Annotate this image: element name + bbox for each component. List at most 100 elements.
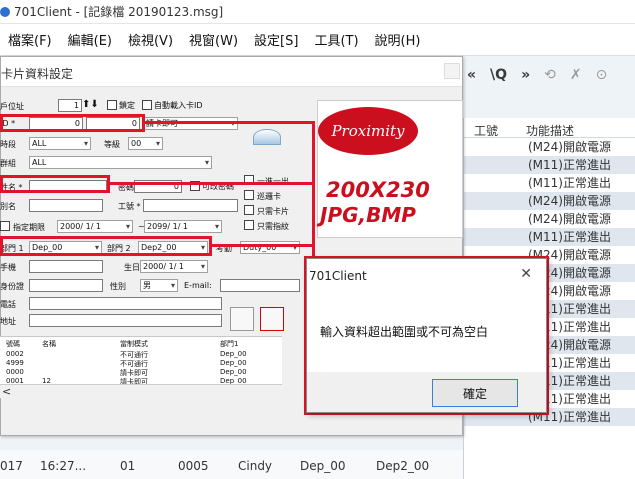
level-label: 等級 [104,140,120,149]
dialog-close-button[interactable] [444,63,460,79]
highlight-name [0,175,110,193]
period-checkbox[interactable] [0,221,10,231]
refresh-icon[interactable]: ⟲ [544,67,556,83]
group-dropdown[interactable]: ALL [29,156,212,169]
mobile-field[interactable] [29,260,103,273]
auto-load-checkbox[interactable] [142,100,152,110]
cell-dept[interactable]: Dep_00 [220,350,247,358]
grid-row[interactable]: (M24)開啟電源 [464,138,635,156]
email-label: E-mail: [184,281,212,290]
cell-number[interactable]: 0002 [6,350,24,358]
lock-label: 鎖定 [119,101,135,110]
cell-dept[interactable]: Dep_00 [220,368,247,376]
lock-checkbox[interactable] [107,100,117,110]
start-date-picker[interactable]: 2000/ 1/ 1 [57,220,133,233]
horizontal-scrollbar[interactable]: < [0,384,282,398]
highlight-card-id [0,114,145,132]
menu-edit[interactable]: 編輯(E) [60,30,120,49]
phone-label: 電話 [0,300,16,309]
patrol-checkbox[interactable] [244,190,254,200]
finger-only-label: 只需指紋 [257,222,289,231]
alias-label: 別名 [0,202,16,211]
alias-field[interactable] [29,199,103,212]
employee-no-field[interactable] [143,199,238,212]
column-header-mode[interactable]: 當制模式 [120,339,148,349]
address-field[interactable]: 1 [58,99,82,112]
menu-tools[interactable]: 工具(T) [306,30,366,49]
period-label: 指定期限 [13,223,45,232]
gender-label: 性別 [110,282,126,291]
end-date-picker[interactable]: 2099/ 1/ 1 [144,220,222,233]
menu-help[interactable]: 說明(H) [367,30,429,49]
address2-label: 地址 [0,317,16,326]
level-dropdown[interactable]: 00 [128,137,163,150]
grid-row[interactable]: (M11)正常進出 [464,156,635,174]
address2-field[interactable] [29,314,222,327]
birthday-picker[interactable]: 2000/ 1/ 1 [140,260,208,273]
double-left-icon[interactable]: « [467,67,476,83]
mobile-label: 手機 [0,263,16,272]
connector-line [312,121,315,256]
double-right-icon[interactable]: » [521,67,530,83]
menu-window[interactable]: 視窗(W) [181,30,246,49]
menu-bar: 檔案(F) 編輯(E) 檢視(V) 視窗(W) 設定[S] 工具(T) 說明(H… [0,24,635,56]
table-row[interactable]: 017 16:27... 01 0005 Cindy Dep_00 Dep2_0… [0,450,463,479]
id-card-field[interactable] [29,279,103,292]
connector-line [145,121,315,124]
cell-id: 017 [0,459,23,473]
employee-no-label: 工號 * [118,202,141,211]
image-format-text: JPG,BMP [320,203,416,227]
grid-row[interactable]: (M11)正常進出 [464,228,635,246]
window-title: 701Client - [記錄檔 20190123.msg] [14,5,224,19]
cell-code: 01 [120,459,136,473]
menu-view[interactable]: 檢視(V) [120,30,181,49]
menu-settings[interactable]: 設定[S] [246,30,306,49]
section-dropdown[interactable]: ALL [29,137,91,150]
card-only-checkbox[interactable] [244,205,254,215]
cell-dept[interactable]: Dep_00 [220,359,247,367]
stepper-icon[interactable]: ⬆⬇ [82,99,99,110]
highlight-departments [0,236,212,256]
column-header-description[interactable]: 功能描述 [526,122,574,139]
search-icon[interactable]: \Q [490,67,507,83]
phone-field[interactable] [29,297,222,310]
cell-number[interactable]: 4999 [6,359,24,367]
play-icon[interactable]: ⊙ [596,67,608,83]
cell-name: Cindy [238,459,273,473]
message-text: 輸入資料超出範圍或不可為空白 [320,325,489,339]
image-size-text: 200X230 [326,178,430,202]
window-titlebar: 701Client - [記錄檔 20190123.msg] [0,0,635,24]
patrol-label: 巡邏卡 [257,192,281,201]
gender-dropdown[interactable]: 男 [140,279,178,292]
ok-button[interactable]: 確定 [432,379,518,407]
email-field[interactable] [220,279,300,292]
finger-only-checkbox[interactable] [244,220,254,230]
attendance-dropdown[interactable]: Duty_00 [240,241,300,254]
toolbar: « \Q » ⟲ ✗ ⊙ [467,62,635,88]
calculator-icon[interactable] [230,307,254,331]
grid-row[interactable]: (M11)正常進出 [464,174,635,192]
pin-icon[interactable]: ✗ [570,67,582,83]
connector-line [110,182,315,185]
message-box-close-icon[interactable]: ✕ [520,266,532,282]
app-icon [0,6,10,17]
cell-number[interactable]: 0000 [6,368,24,376]
section-label: 時段 [0,140,16,149]
dialog-titlebar: 卡片資料設定 [1,57,462,87]
column-header-dept1[interactable]: 部門1 [220,339,238,349]
connector-line [212,244,315,247]
grid-row[interactable]: (M24)開啟電源 [464,210,635,228]
grid-row[interactable]: (M24)開啟電源 [464,192,635,210]
card-only-label: 只需卡片 [257,207,289,216]
column-header-employee-no[interactable]: 工號 [474,122,498,139]
read-card-button[interactable] [253,129,281,145]
group-label: 群組 [0,159,16,168]
grid-header: 工號 功能描述 [464,118,635,138]
save-icon[interactable] [260,307,284,331]
column-header-name[interactable]: 名稱 [42,339,56,349]
address-label: 戶位址 [0,102,24,111]
auto-load-label: 自動載入卡ID [154,101,203,110]
menu-file[interactable]: 檔案(F) [0,30,60,49]
dialog-title: 卡片資料設定 [1,67,74,81]
column-header-number[interactable]: 號碼 [6,339,20,349]
